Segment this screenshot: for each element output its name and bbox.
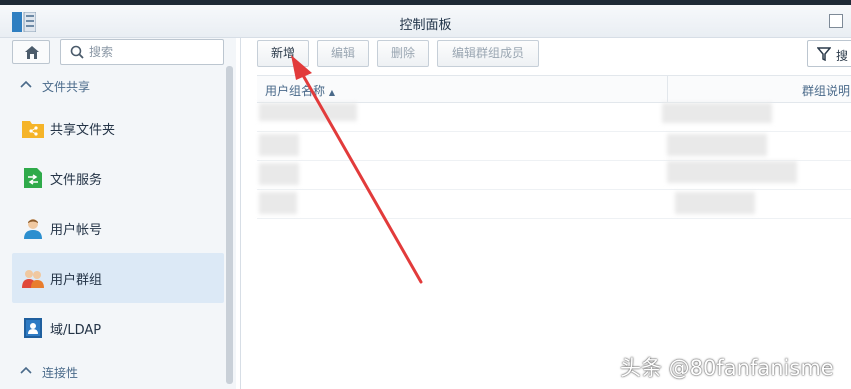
maximize-button[interactable] (829, 14, 843, 28)
sort-ascending-icon: ▲ (328, 88, 335, 97)
table-row[interactable] (257, 103, 851, 132)
file-services-icon (24, 168, 42, 188)
home-button[interactable] (12, 40, 50, 64)
redacted-cell (259, 134, 299, 156)
edit-button[interactable]: 编辑 (317, 40, 369, 67)
table-header: 用户组名称 ▲ 群组说明 (257, 75, 851, 103)
user-group-icon (22, 270, 44, 288)
sidebar-item-shared-folder[interactable]: 共享文件夹 (12, 103, 224, 153)
sidebar-item-label: 用户群组 (50, 273, 103, 288)
column-divider (667, 76, 668, 102)
column-header-group-name[interactable]: 用户组名称 ▲ (265, 82, 335, 99)
sidebar-item-file-services[interactable]: 文件服务 (12, 153, 224, 203)
redacted-cell (259, 103, 357, 121)
sidebar-scrollbar[interactable] (226, 66, 233, 384)
chevron-up-icon (20, 80, 32, 88)
home-icon (25, 46, 39, 59)
group-table: 用户组名称 ▲ 群组说明 (257, 75, 851, 219)
user-account-icon (24, 219, 42, 239)
column-header-description[interactable]: 群组说明 (802, 82, 850, 99)
search-icon (70, 45, 84, 59)
table-row[interactable] (257, 161, 851, 190)
section-label: 连接性 (42, 366, 79, 380)
window-title: 控制面板 (399, 18, 452, 33)
table-row[interactable] (257, 190, 851, 219)
section-file-sharing[interactable]: 文件共享 (0, 72, 226, 98)
redacted-cell (675, 192, 755, 214)
search-box[interactable] (60, 39, 224, 65)
create-button[interactable]: 新增 (257, 40, 309, 67)
sidebar-item-user-account[interactable]: 用户帐号 (12, 203, 224, 253)
section-label: 文件共享 (42, 80, 91, 94)
section-connectivity[interactable]: 连接性 (0, 358, 226, 384)
search-input[interactable] (89, 43, 217, 61)
redacted-cell (667, 134, 767, 156)
sidebar: 文件共享 共享文件夹 文件服务 用户帐号 用户群组 (0, 38, 236, 389)
redacted-cell (667, 161, 797, 183)
redacted-cell (259, 163, 299, 185)
sidebar-item-label: 共享文件夹 (50, 123, 116, 138)
filter-search-box[interactable]: 搜 (807, 40, 851, 67)
sidebar-item-label: 文件服务 (50, 173, 103, 188)
sidebar-item-label: 用户帐号 (50, 223, 103, 238)
filter-icon (817, 47, 831, 61)
table-row[interactable] (257, 132, 851, 161)
shared-folder-icon (22, 121, 44, 138)
sidebar-item-label: 域/LDAP (50, 323, 102, 338)
redacted-cell (662, 103, 772, 123)
sidebar-item-domain-ldap[interactable]: 域/LDAP (12, 303, 224, 353)
delete-button[interactable]: 删除 (377, 40, 429, 67)
chevron-up-icon (20, 366, 32, 374)
watermark: 头条 @80fanfanisme (620, 356, 834, 380)
filter-search-label: 搜 (836, 49, 849, 63)
redacted-cell (259, 192, 297, 214)
edit-members-button[interactable]: 编辑群组成员 (437, 40, 539, 67)
sidebar-item-user-group[interactable]: 用户群组 (12, 253, 224, 303)
title-bar: 控制面板 (0, 5, 851, 38)
domain-ldap-icon (24, 318, 42, 338)
main-panel: 新增 编辑 删除 编辑群组成员 搜 用户组名称 ▲ 群组说明 (240, 38, 851, 389)
